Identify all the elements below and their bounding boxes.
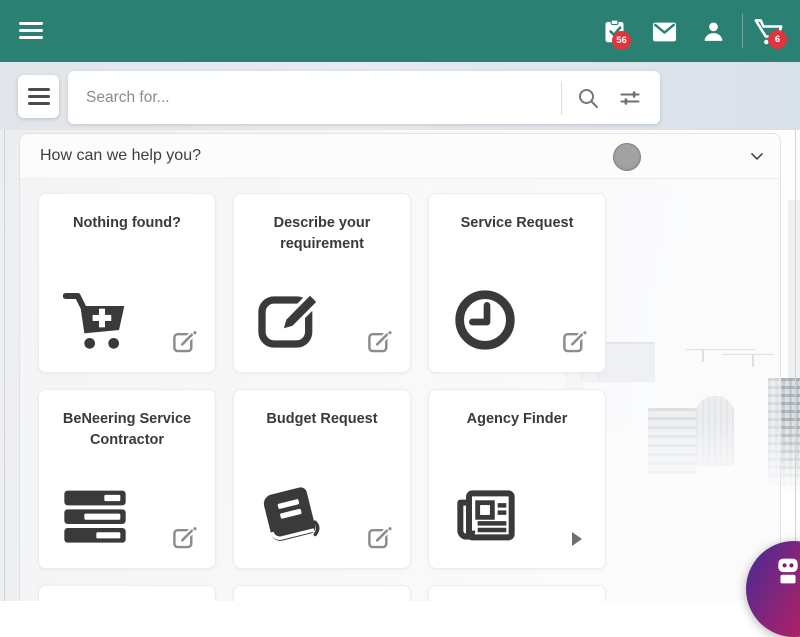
chatbot-robot-icon	[775, 557, 800, 583]
card-title: Service Request	[443, 213, 591, 234]
top-app-bar: 56 6	[0, 0, 800, 62]
search-divider	[561, 81, 562, 115]
edit-square-icon[interactable]	[366, 524, 393, 551]
card-title: Describe your requirement	[248, 213, 396, 255]
help-panel-header[interactable]: How can we help you?	[20, 134, 780, 179]
panel-title: How can we help you?	[40, 147, 201, 165]
cart-badge: 6	[768, 30, 787, 49]
topbar-divider	[742, 14, 743, 48]
cart-plus-icon	[63, 288, 127, 352]
newspaper-icon	[453, 484, 517, 548]
chevron-down-icon[interactable]	[747, 146, 767, 166]
card-agency-finder[interactable]: Agency Finder	[428, 389, 606, 569]
edit-square-icon[interactable]	[171, 524, 198, 551]
search-row	[0, 62, 800, 130]
book-icon	[258, 484, 322, 548]
edit-square-icon[interactable]	[561, 328, 588, 355]
card-beneering-service-contractor[interactable]: BeNeering Service Contractor	[38, 389, 216, 569]
account-button[interactable]	[701, 19, 726, 44]
main-content: How can we help you? Nothing found?	[0, 130, 800, 601]
search-icon[interactable]	[576, 86, 600, 110]
mail-icon	[651, 30, 678, 47]
spinner-circle	[613, 143, 641, 171]
content-right-border	[795, 130, 796, 601]
card-placeholder[interactable]	[38, 585, 216, 601]
card-placeholder[interactable]	[233, 585, 411, 601]
card-budget-request[interactable]: Budget Request	[233, 389, 411, 569]
tasks-button[interactable]: 56	[601, 18, 628, 45]
card-nothing-found[interactable]: Nothing found?	[38, 193, 216, 373]
mail-button[interactable]	[651, 21, 678, 43]
edit-square-icon[interactable]	[366, 328, 393, 355]
clock-icon	[453, 288, 517, 352]
edit-square-icon[interactable]	[171, 328, 198, 355]
card-describe-requirement[interactable]: Describe your requirement	[233, 193, 411, 373]
search-input[interactable]	[68, 71, 561, 124]
help-panel: How can we help you? Nothing found?	[19, 133, 781, 601]
card-title: Nothing found?	[53, 213, 201, 234]
menu-icon[interactable]	[19, 22, 43, 40]
tune-filter-icon[interactable]	[618, 86, 642, 110]
content-left-border	[4, 130, 5, 601]
tile-grid: Nothing found?	[38, 193, 606, 601]
card-placeholder[interactable]	[428, 585, 606, 601]
search-box	[68, 71, 660, 124]
card-service-request[interactable]: Service Request	[428, 193, 606, 373]
tasks-badge: 56	[612, 31, 631, 50]
compose-icon	[258, 288, 322, 352]
card-title: Agency Finder	[443, 409, 591, 430]
hamburger-icon	[28, 88, 50, 105]
server-icon	[63, 484, 127, 548]
cart-button[interactable]: 6	[753, 17, 784, 46]
card-title: Budget Request	[248, 409, 396, 430]
card-title: BeNeering Service Contractor	[53, 409, 201, 451]
user-icon	[701, 31, 726, 48]
catalog-menu-button[interactable]	[18, 75, 59, 118]
caret-right-icon[interactable]	[569, 530, 585, 548]
